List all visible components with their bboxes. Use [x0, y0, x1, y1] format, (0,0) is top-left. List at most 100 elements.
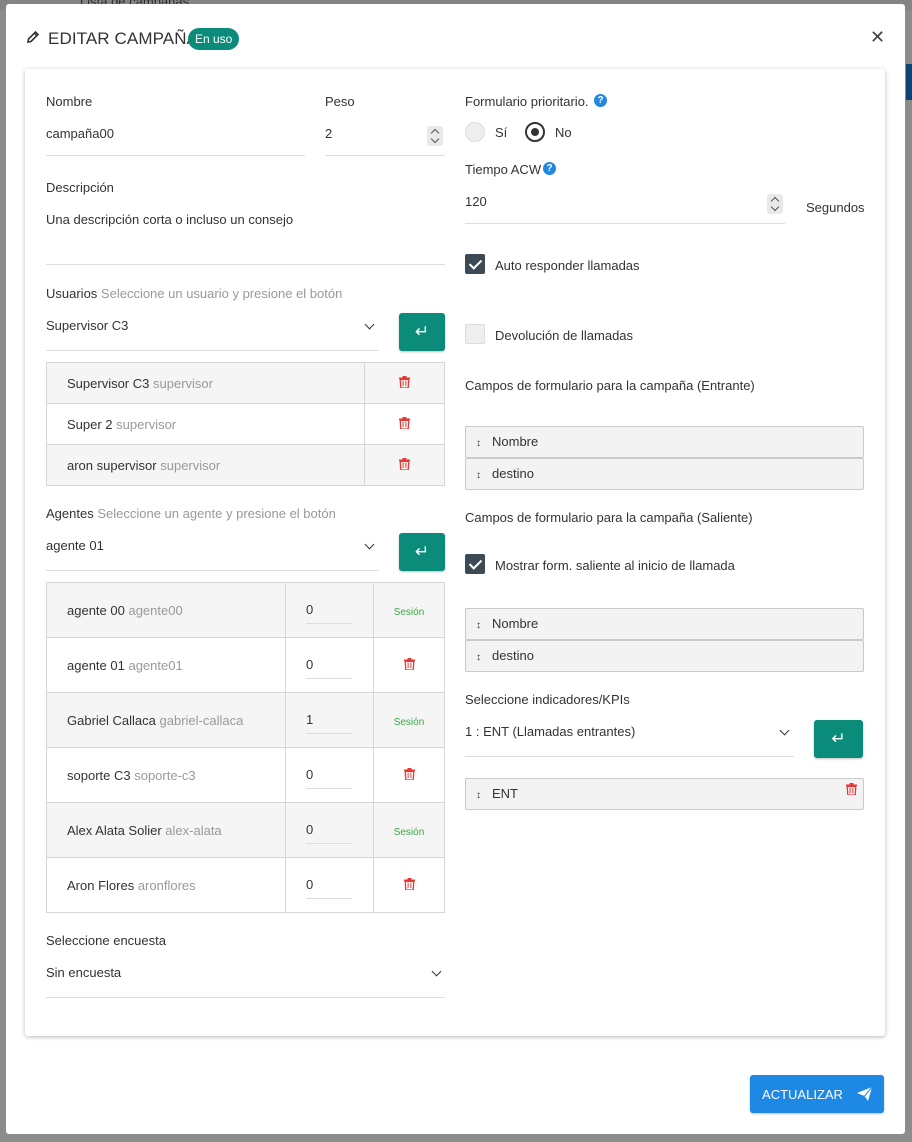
auto-responder-checkbox[interactable]: [465, 254, 485, 274]
agentes-select[interactable]: agente 01: [46, 538, 379, 571]
enter-icon: ↵: [414, 322, 430, 341]
table-row: Super 2 supervisor: [46, 403, 445, 445]
form-field-item[interactable]: ↕ destino: [465, 640, 864, 672]
delete-cell: [373, 637, 445, 693]
form-field-item[interactable]: ↕ destino: [465, 458, 864, 490]
radio-no[interactable]: [525, 122, 545, 142]
agent-user: agente00: [128, 602, 183, 618]
table-row: Aron Flores aronflores 0: [46, 857, 445, 913]
help-icon[interactable]: ?: [594, 94, 607, 107]
agent-name: soporte C3: [67, 767, 131, 783]
agent-name: agente 00: [67, 602, 125, 618]
actualizar-button[interactable]: ACTUALIZAR: [750, 1075, 884, 1113]
form-field-item[interactable]: ↕ Nombre: [465, 608, 864, 640]
usuarios-table: Supervisor C3 supervisor Super 2 supervi…: [46, 362, 445, 486]
drag-handle-icon[interactable]: ↕: [476, 461, 486, 491]
drag-handle-icon[interactable]: ↕: [476, 781, 486, 811]
agent-weight-input[interactable]: 0: [306, 767, 352, 789]
campaign-form-card: Nombre campaña00 Peso 2 Descripción Una …: [25, 69, 885, 1036]
agent-user: aronflores: [137, 877, 196, 893]
edit-campaign-modal: EDITAR CAMPAÑA En uso ✕ Nombre campaña00…: [6, 4, 905, 1134]
tiempo-acw-unit: Segundos: [806, 200, 865, 215]
usuarios-hint: Seleccione un usuario y presione el botó…: [100, 286, 343, 301]
agent-name: agente 01: [67, 657, 125, 673]
trash-icon[interactable]: [403, 877, 415, 890]
delete-cell: [364, 444, 445, 486]
chevron-down-icon: [364, 319, 375, 330]
user-role: supervisor: [160, 457, 221, 473]
enter-icon: ↵: [414, 542, 430, 561]
form-field-item[interactable]: ↕ Nombre: [465, 426, 864, 458]
drag-handle-icon[interactable]: ↕: [476, 643, 486, 673]
radio-si[interactable]: [465, 122, 485, 142]
form-field-label: Nombre: [492, 434, 539, 449]
agent-weight-cell: 0: [285, 637, 374, 693]
kpis-select[interactable]: 1 : ENT (Llamadas entrantes): [465, 724, 794, 757]
encuesta-selected: Sin encuesta: [46, 965, 122, 980]
agent-weight-cell: 0: [285, 802, 374, 858]
form-field-label: destino: [492, 648, 534, 663]
pencil-icon: [27, 30, 40, 43]
help-icon[interactable]: ?: [543, 162, 556, 175]
descripcion-field[interactable]: Una descripción corta o incluso un conse…: [46, 212, 445, 265]
nombre-field[interactable]: campaña00: [46, 126, 305, 156]
session-status: Sesión: [393, 826, 425, 838]
modal-header: EDITAR CAMPAÑA En uso ✕: [6, 4, 905, 70]
kpis-label: Seleccione indicadores/KPIs: [465, 692, 630, 707]
table-row: Alex Alata Solier alex-alata 0 Sesión: [46, 802, 445, 858]
agent-weight-input[interactable]: 0: [306, 602, 352, 624]
agent-weight-input[interactable]: 0: [306, 877, 352, 899]
radio-si-label: Sí: [495, 125, 508, 140]
agent-weight-cell: 0: [285, 747, 374, 803]
trash-icon[interactable]: [403, 767, 415, 780]
tiempo-acw-stepper[interactable]: [767, 194, 783, 214]
chevron-down-icon: [431, 966, 442, 977]
user-role: supervisor: [153, 375, 213, 391]
peso-value: 2: [325, 126, 333, 141]
tiempo-acw-label: Tiempo ACW: [465, 162, 542, 177]
kpi-item[interactable]: ↕ ENT: [465, 778, 864, 810]
agentes-title: Agentes: [46, 506, 94, 521]
formulario-prioritario-label: Formulario prioritario.: [465, 94, 589, 109]
user-cell: aron supervisor supervisor: [46, 444, 365, 486]
trash-icon[interactable]: [399, 375, 410, 388]
trash-icon[interactable]: [399, 416, 410, 429]
agent-weight-input[interactable]: 0: [306, 657, 352, 679]
encuesta-label: Seleccione encuesta: [46, 933, 166, 948]
radio-no-label: No: [555, 125, 572, 140]
devolucion-checkbox[interactable]: [465, 324, 485, 344]
agent-weight-input[interactable]: 1: [306, 712, 352, 734]
agentes-label: Agentes Seleccione un agente y presione …: [46, 506, 336, 521]
kpis-selected: 1 : ENT (Llamadas entrantes): [465, 724, 636, 739]
send-icon: [856, 1087, 872, 1101]
agent-user: alex-alata: [165, 822, 222, 838]
agentes-hint: Seleccione un agente y presione el botón: [97, 506, 336, 521]
usuarios-select[interactable]: Supervisor C3: [46, 318, 379, 351]
drag-handle-icon[interactable]: ↕: [476, 429, 486, 459]
kpi-label: ENT: [492, 786, 518, 801]
tiempo-acw-field[interactable]: 120: [465, 194, 785, 224]
agent-cell: soporte C3 soporte-c3: [46, 747, 286, 803]
trash-icon[interactable]: [403, 657, 415, 670]
agent-cell: Alex Alata Solier alex-alata: [46, 802, 286, 858]
campos-entrante-label: Campos de formulario para la campaña (En…: [465, 378, 755, 393]
agentes-selected: agente 01: [46, 538, 104, 553]
drag-handle-icon[interactable]: ↕: [476, 611, 486, 641]
encuesta-select[interactable]: Sin encuesta: [46, 965, 445, 998]
add-kpi-button[interactable]: ↵: [814, 720, 863, 758]
close-icon[interactable]: ✕: [870, 27, 885, 48]
add-agent-button[interactable]: ↵: [399, 533, 445, 571]
agent-weight-input[interactable]: 0: [306, 822, 352, 844]
status-badge: En uso: [188, 28, 240, 50]
add-user-button[interactable]: ↵: [399, 313, 445, 351]
table-row: Gabriel Callaca gabriel-callaca 1 Sesión: [46, 692, 445, 748]
trash-icon[interactable]: [846, 783, 857, 795]
agent-cell: agente 01 agente01: [46, 637, 286, 693]
delete-cell: [373, 857, 445, 913]
agent-user: agente01: [128, 657, 183, 673]
table-row: agente 01 agente01 0: [46, 637, 445, 693]
mostrar-saliente-checkbox[interactable]: [465, 554, 485, 574]
peso-stepper[interactable]: [427, 126, 443, 146]
agent-status-cell: Sesión: [373, 802, 445, 858]
trash-icon[interactable]: [399, 457, 410, 470]
